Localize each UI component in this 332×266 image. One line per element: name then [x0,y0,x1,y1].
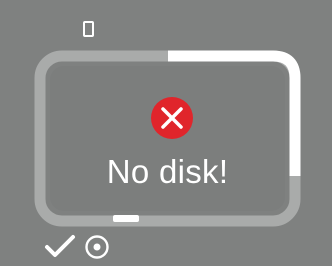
camera-screen: No disk! [0,0,332,266]
error-icon [151,97,193,139]
status-message: No disk! [106,153,229,190]
circle-dot-icon[interactable] [84,234,110,260]
check-icon[interactable] [44,234,76,258]
page-indicator [113,215,139,222]
